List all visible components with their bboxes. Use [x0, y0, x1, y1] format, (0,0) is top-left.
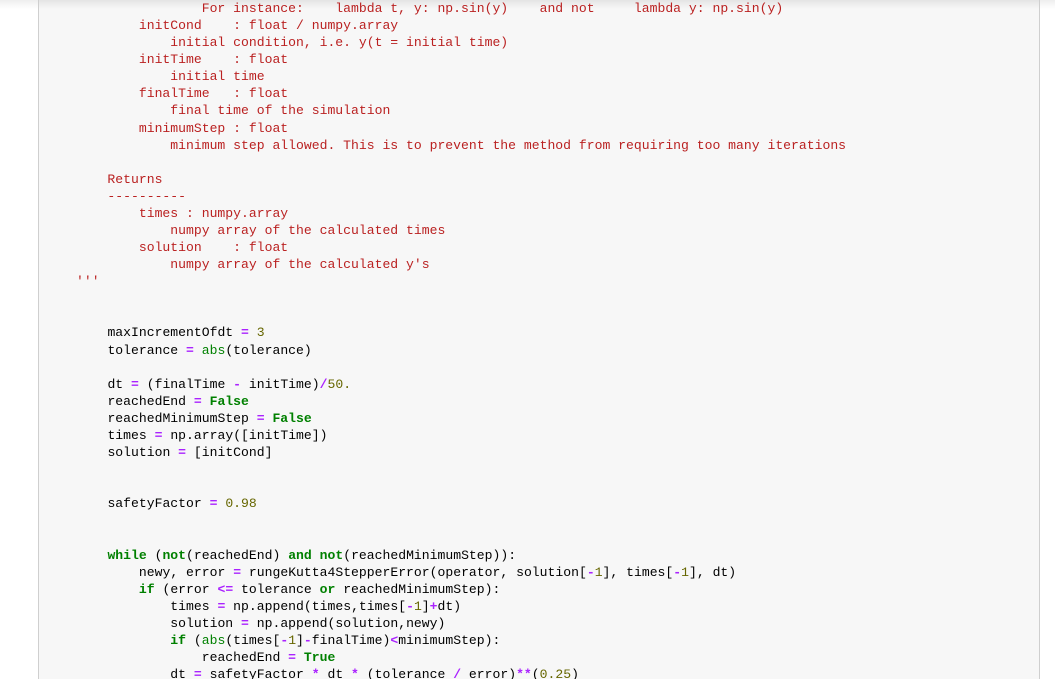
notebook-page: For instance: lambda t, y: np.sin(y) and…	[0, 0, 1055, 679]
page-top-shadow	[0, 0, 38, 9]
code-source[interactable]: For instance: lambda t, y: np.sin(y) and…	[39, 0, 846, 679]
code-cell[interactable]: For instance: lambda t, y: np.sin(y) and…	[38, 0, 1040, 679]
page-right-shadow	[1040, 0, 1055, 9]
